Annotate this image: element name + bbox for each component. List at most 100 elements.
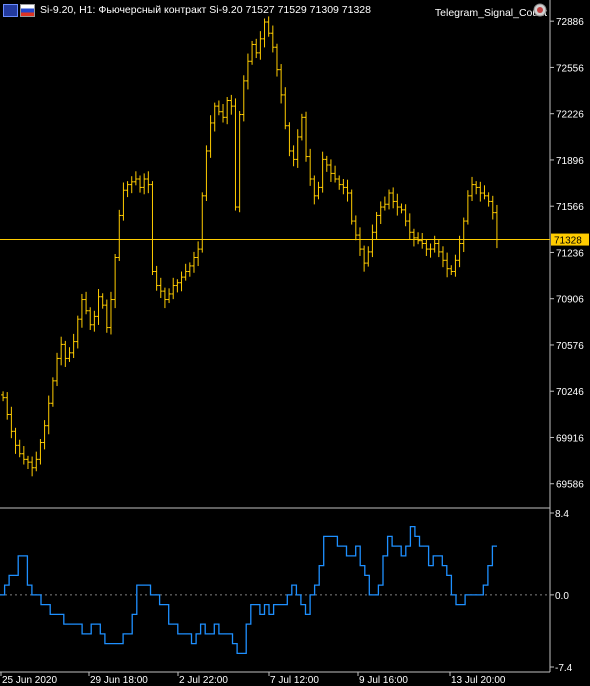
price-bar <box>378 201 383 224</box>
price-bar <box>395 193 400 216</box>
price-bar <box>486 192 491 207</box>
time-tick-label: 7 Jul 12:00 <box>270 675 319 686</box>
price-bar <box>304 111 309 162</box>
price-bar <box>225 97 230 125</box>
time-tick-label: 29 Jun 18:00 <box>90 675 148 686</box>
price-bar <box>436 239 441 258</box>
price-bar <box>84 291 89 315</box>
price-bar <box>245 53 250 90</box>
time-tick-label: 25 Jun 2020 <box>2 675 57 686</box>
price-bar <box>233 98 238 211</box>
price-bar <box>208 115 213 158</box>
price-bar <box>299 113 304 141</box>
price-bar <box>391 187 396 209</box>
price-bar <box>449 265 454 276</box>
price-tick-label: 70576 <box>556 341 584 352</box>
price-bars <box>1 16 499 477</box>
price-bar <box>167 288 172 304</box>
price-bar <box>482 185 487 200</box>
price-bar <box>274 43 279 77</box>
price-tick-label: 69586 <box>556 480 584 491</box>
price-bar <box>328 159 333 182</box>
price-bar <box>291 145 296 167</box>
price-bar <box>366 246 371 267</box>
price-tick-label: 70906 <box>556 295 584 306</box>
price-bar <box>266 16 271 37</box>
price-bar <box>133 171 138 186</box>
price-bar <box>50 377 55 407</box>
chart-window-icon[interactable] <box>3 4 18 17</box>
price-bar <box>179 271 184 292</box>
current-price-label: 71328 <box>554 236 582 247</box>
price-bar <box>21 446 26 465</box>
price-bar <box>200 192 205 253</box>
chart-header: Si-9.20, H1: Фьючерсный контракт Si-9.20… <box>0 2 590 19</box>
price-bar <box>258 31 263 60</box>
price-bar <box>46 395 51 435</box>
price-bar <box>312 175 317 205</box>
chart-title: Si-9.20, H1: Фьючерсный контракт Si-9.20… <box>40 4 371 16</box>
price-bar <box>254 38 259 59</box>
price-bar <box>138 175 143 193</box>
time-axis: 25 Jun 2020 29 Jun 18:00 2 Jul 22:00 7 Jul … <box>0 671 550 686</box>
price-bar <box>316 181 321 200</box>
expert-advisor-name[interactable]: Telegram_Signal_Count <box>435 7 547 19</box>
price-bar <box>428 243 433 258</box>
price-bar <box>117 209 122 262</box>
price-bar <box>262 18 267 48</box>
price-bar <box>129 176 134 194</box>
price-bar <box>88 307 93 330</box>
indicator-tick-label: -7.4 <box>555 663 573 674</box>
price-bar <box>125 181 130 198</box>
price-tick-label: 72556 <box>556 63 584 74</box>
price-bar <box>279 64 284 104</box>
indicator-axis: 8.4 0.0 -7.4 <box>550 509 573 674</box>
price-bar <box>142 173 147 195</box>
price-bar <box>362 245 367 272</box>
indicator-tick-label: 8.4 <box>555 509 569 520</box>
price-bar <box>461 217 466 253</box>
time-tick-label: 2 Jul 22:00 <box>179 675 228 686</box>
price-bar <box>494 204 499 249</box>
price-bar <box>295 129 300 168</box>
price-bar <box>457 235 462 268</box>
price-bar <box>67 347 72 362</box>
chart-canvas[interactable]: 72886 72556 72226 71896 71566 71236 70906 70576… <box>0 0 590 686</box>
price-bar <box>34 451 39 472</box>
price-bar <box>216 100 221 116</box>
price-bar <box>349 189 354 225</box>
price-bar <box>432 235 437 253</box>
indicator-tick-label: 0.0 <box>555 591 569 602</box>
price-tick-label: 71566 <box>556 202 584 213</box>
price-bar <box>283 87 288 130</box>
price-bar <box>104 299 109 333</box>
price-bar <box>38 439 43 465</box>
indicator-line <box>0 525 497 655</box>
price-bar <box>478 181 483 202</box>
price-bar <box>79 293 84 328</box>
time-tick-label: 9 Jul 16:00 <box>359 675 408 686</box>
price-bar <box>370 224 375 258</box>
price-bar <box>71 333 76 359</box>
price-bar <box>191 251 196 273</box>
expert-advisor-icon[interactable] <box>532 2 548 18</box>
price-bar <box>183 263 188 281</box>
flag-icon <box>20 4 35 17</box>
price-bar <box>241 75 246 122</box>
price-bar <box>465 190 470 225</box>
price-bar <box>420 232 425 249</box>
price-bar <box>270 25 275 53</box>
price-bar <box>416 232 421 245</box>
price-bar <box>221 104 226 123</box>
price-bar <box>407 213 412 240</box>
price-bar <box>320 151 325 193</box>
price-bar <box>229 94 234 115</box>
price-bar <box>345 179 350 202</box>
time-tick-label: 13 Jul 20:00 <box>451 675 506 686</box>
price-bar <box>403 204 408 227</box>
price-bar <box>171 277 176 300</box>
price-bar <box>308 148 313 186</box>
price-bar <box>453 254 458 277</box>
price-bar <box>63 340 68 367</box>
indicator-window <box>0 525 550 655</box>
